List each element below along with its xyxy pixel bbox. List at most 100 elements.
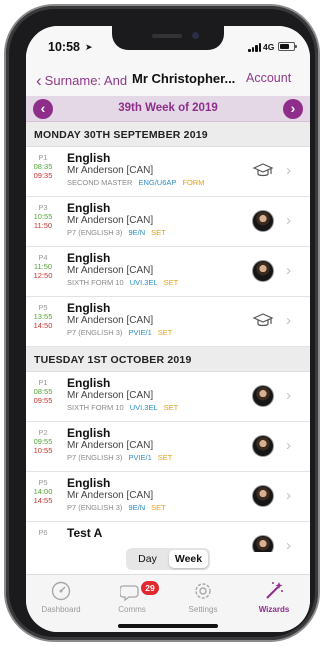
- front-camera: [192, 32, 199, 39]
- type-label: SET: [157, 328, 173, 337]
- end-time: 09:35: [33, 171, 53, 180]
- timetable-list[interactable]: MONDAY 30TH SEPTEMBER 2019 P1 08:35 09:35 En…: [26, 122, 310, 552]
- room-label: SECOND MASTER: [67, 178, 133, 187]
- week-selector: ‹ 39th Week of 2019 ›: [26, 96, 310, 122]
- tab-dashboard[interactable]: Dashboard: [26, 579, 96, 614]
- chevron-right-icon: ›: [290, 100, 296, 116]
- group-link[interactable]: PVIE/1: [128, 328, 151, 337]
- navigation-bar: ‹ Surname: And Mr Christopher... Account: [26, 62, 310, 96]
- teacher-avatar: [252, 535, 274, 552]
- group-link[interactable]: PVIE/1: [128, 453, 151, 462]
- subject-name: English: [67, 301, 111, 315]
- group-link[interactable]: UVI.3EL: [130, 403, 158, 412]
- type-label: SET: [163, 278, 179, 287]
- gear-icon: [168, 579, 238, 603]
- day-header: TUESDAY 1ST OCTOBER 2019: [26, 347, 310, 372]
- start-time: 10:55: [33, 212, 53, 221]
- end-time: 14:50: [33, 321, 53, 330]
- app-screen: 10:58 ➤ 4G ‹ Surname: And Mr Christopher.…: [26, 26, 310, 632]
- week-view-button[interactable]: Week: [169, 550, 208, 568]
- teacher-avatar: [252, 485, 274, 507]
- chevron-right-icon: ›: [286, 312, 291, 329]
- subject-name: English: [67, 426, 111, 440]
- tab-label: Wizards: [258, 605, 290, 614]
- lesson-meta: SIXTH FORM 10 UVI.3EL SET: [67, 278, 178, 287]
- start-time: 13:55: [33, 312, 53, 321]
- group-link[interactable]: ENG/U6AP: [138, 178, 176, 187]
- group-link[interactable]: 9E/N: [128, 228, 145, 237]
- period-label: P5: [38, 303, 48, 312]
- chevron-right-icon: ›: [286, 437, 291, 454]
- lesson-meta: P7 (ENGLISH 3) 9E/N SET: [67, 503, 166, 512]
- signal-strength-icon: [248, 43, 262, 52]
- end-time: 11:50: [33, 221, 53, 230]
- subject-name: English: [67, 376, 111, 390]
- graduation-cap-icon: [252, 310, 274, 332]
- subject-name: English: [67, 476, 111, 490]
- tab-label: Comms: [118, 605, 146, 614]
- end-time: 09:55: [33, 396, 53, 405]
- home-indicator: [118, 624, 218, 628]
- tab-comms[interactable]: 29 Comms: [97, 579, 167, 614]
- week-title: 39th Week of 2019: [118, 102, 218, 114]
- type-label: SET: [163, 403, 179, 412]
- lesson-row[interactable]: P2 09:55 10:55 English Mr Anderson [CAN] P7 (…: [26, 422, 310, 472]
- period-label: P1: [38, 153, 48, 162]
- back-button-label: Surname: And: [44, 73, 128, 88]
- lesson-row[interactable]: P1 08:55 09:55 English Mr Anderson [CAN] SIXT…: [26, 372, 310, 422]
- period-label: P1: [38, 378, 48, 387]
- lesson-meta: P7 (ENGLISH 3) PVIE/1 SET: [67, 453, 172, 462]
- start-time: 08:35: [33, 162, 53, 171]
- tab-wizards[interactable]: Wizards: [239, 579, 309, 614]
- type-label: FORM: [182, 178, 205, 187]
- lesson-row[interactable]: P1 08:35 09:35 English Mr Anderson [CAN] SECO…: [26, 147, 310, 197]
- lesson-row[interactable]: P5 14:00 14:55 English Mr Anderson [CAN] P7 (…: [26, 472, 310, 522]
- graduation-cap-icon: [252, 160, 274, 182]
- subject-name: English: [67, 251, 111, 265]
- subject-name: English: [67, 151, 111, 165]
- teacher-avatar: [252, 435, 274, 457]
- room-label: P7 (ENGLISH 3): [67, 503, 123, 512]
- period-label: P6: [38, 528, 48, 537]
- speaker-grille: [152, 34, 182, 38]
- room-label: P7 (ENGLISH 3): [67, 453, 123, 462]
- teacher-avatar: [252, 385, 274, 407]
- teacher-name: Mr Anderson [CAN]: [67, 390, 154, 401]
- location-arrow-icon: ➤: [85, 42, 93, 52]
- teacher-name: Mr Anderson [CAN]: [67, 215, 154, 226]
- chevron-left-icon: ‹: [36, 71, 42, 90]
- tab-bar: Dashboard 29 Comms Settings Wizards: [26, 574, 310, 632]
- lesson-row[interactable]: P4 11:50 12:50 English Mr Anderson [CAN] SIXT…: [26, 247, 310, 297]
- room-label: P7 (ENGLISH 3): [67, 228, 123, 237]
- room-label: P7 (ENGLISH 3): [67, 328, 123, 337]
- start-time: 11:50: [33, 262, 53, 271]
- group-link[interactable]: UVI.3EL: [130, 278, 158, 287]
- tab-settings[interactable]: Settings: [168, 579, 238, 614]
- lesson-row[interactable]: P3 10:55 11:50 English Mr Anderson [CAN] P7 (…: [26, 197, 310, 247]
- next-week-button[interactable]: ›: [283, 99, 303, 119]
- teacher-name: Mr Anderson [CAN]: [67, 265, 154, 276]
- network-type: 4G: [263, 42, 275, 52]
- chevron-right-icon: ›: [286, 387, 291, 404]
- teacher-avatar: [252, 210, 274, 232]
- phone-frame: 10:58 ➤ 4G ‹ Surname: And Mr Christopher.…: [6, 6, 318, 640]
- group-link[interactable]: 9E/N: [128, 503, 145, 512]
- lesson-row[interactable]: P5 13:55 14:50 English Mr Anderson [CAN] P7 (…: [26, 297, 310, 347]
- view-toggle: Day Week: [126, 548, 210, 570]
- room-label: SIXTH FORM 10: [67, 278, 124, 287]
- lesson-meta: SIXTH FORM 10 UVI.3EL SET: [67, 403, 178, 412]
- account-button[interactable]: Account: [246, 71, 291, 85]
- back-button[interactable]: ‹ Surname: And: [36, 70, 127, 90]
- lesson-meta: P7 (ENGLISH 3) PVIE/1 SET: [67, 328, 172, 337]
- day-header: MONDAY 30TH SEPTEMBER 2019: [26, 122, 310, 147]
- type-label: SET: [151, 228, 166, 237]
- teacher-name: Mr Anderson [CAN]: [67, 490, 154, 501]
- lesson-meta: P7 (ENGLISH 3) 9E/N SET: [67, 228, 166, 237]
- end-time: 14:55: [33, 496, 53, 505]
- start-time: 14:00: [33, 487, 53, 496]
- gauge-icon: [26, 579, 96, 603]
- day-view-button[interactable]: Day: [128, 550, 167, 568]
- teacher-name: Mr Anderson [CAN]: [67, 315, 154, 326]
- lesson-meta: SECOND MASTER ENG/U6AP FORM: [67, 178, 204, 187]
- magic-wand-icon: [239, 579, 309, 603]
